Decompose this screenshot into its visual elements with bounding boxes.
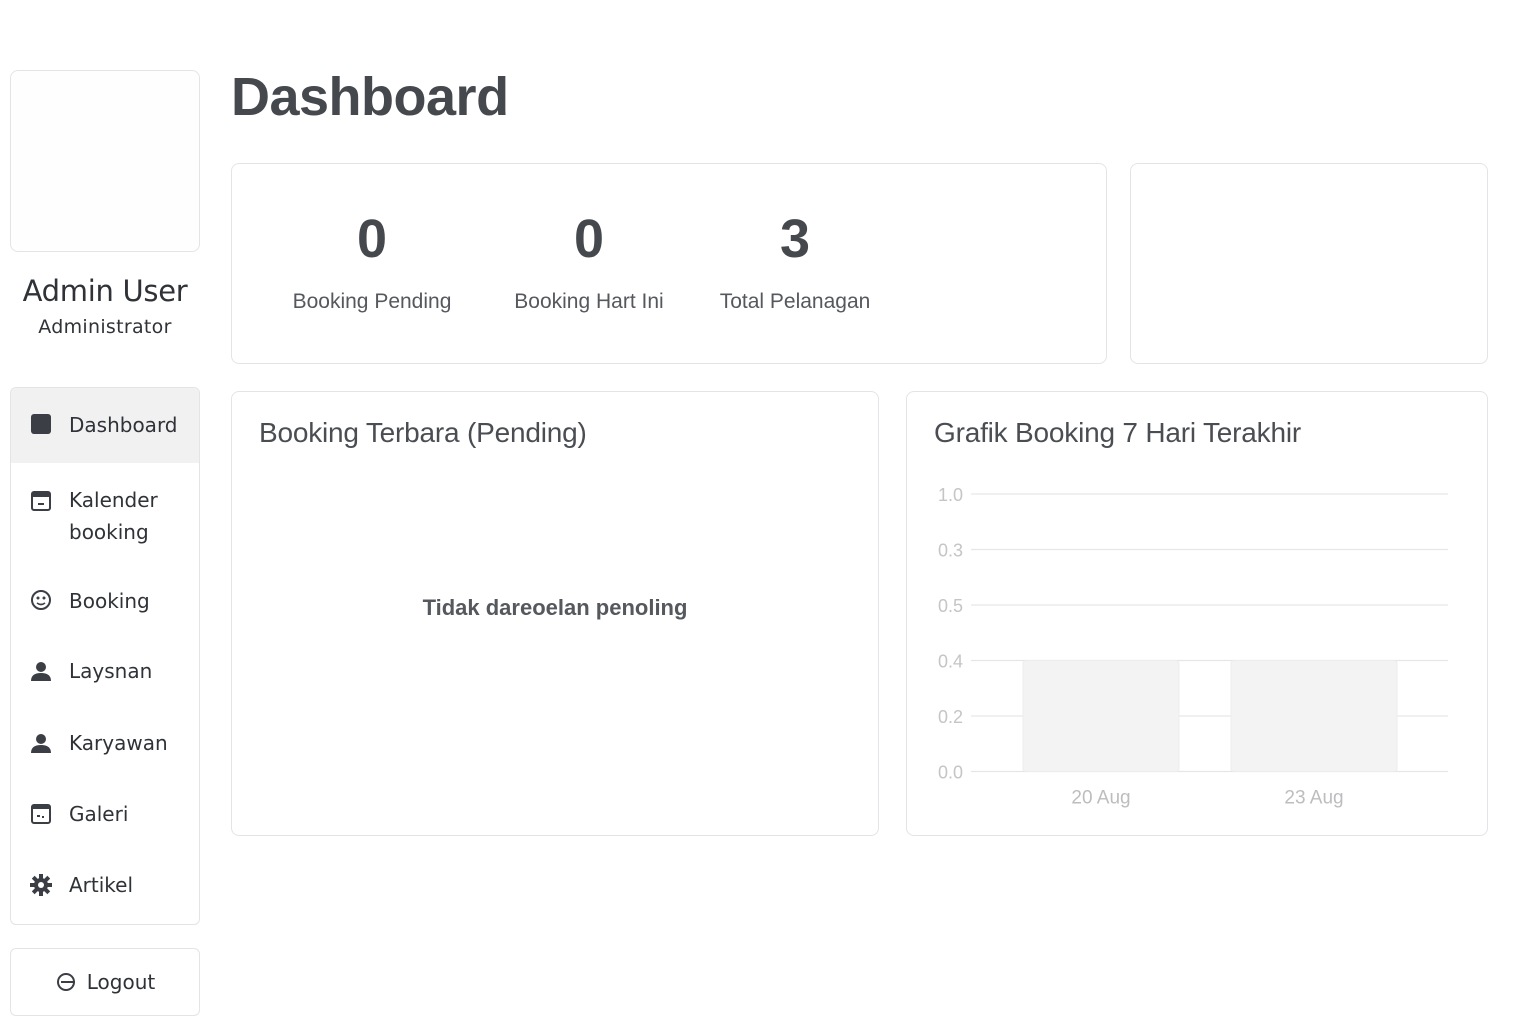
sidebar-item-label: Galeri	[69, 802, 129, 826]
sidebar-item-label: Kalender booking	[69, 488, 158, 544]
page-title: Dashboard	[231, 67, 509, 127]
sidebar: Admin User Administrator Dashboard Kalen…	[10, 70, 200, 1016]
user-role: Administrator	[38, 316, 172, 338]
sidebar-item-booking[interactable]: Booking	[11, 561, 199, 633]
stat-value: 0	[573, 209, 605, 269]
y-tick-label: 0.4	[938, 652, 963, 672]
sidebar-item-dashboard[interactable]: Dashboard	[11, 388, 199, 463]
empty-state-text: Tidak dareoelan penoling	[422, 595, 688, 620]
y-tick-label: 0.3	[938, 541, 963, 561]
y-tick-label: 0.2	[938, 707, 963, 727]
avatar	[10, 70, 200, 252]
stat-booking-hari-ini: 0 Booking Hart Ini	[509, 204, 669, 314]
sidebar-item-karyawan[interactable]: Karyawan	[11, 705, 199, 777]
stat-booking-pending: 0 Booking Pending	[287, 204, 457, 314]
chart-bar[interactable]	[1022, 660, 1180, 772]
x-tick-label: 23 Aug	[1284, 788, 1343, 809]
calendar-icon	[30, 490, 52, 512]
logout-label: Logout	[86, 970, 156, 994]
booking-chart: 1.0 0.3 0.5 0.4 0.2 0.0 20 Aug 23 Aug	[938, 485, 1448, 809]
sidebar-item-label: Karyawan	[69, 731, 168, 755]
gear-icon	[30, 874, 52, 896]
sidebar-item-label: Laysnan	[69, 659, 153, 683]
booking-chart-card: Grafik Booking 7 Hari Terakhir 1.0 0.3 0.5…	[906, 391, 1488, 836]
user-icon	[30, 732, 52, 754]
y-tick-label: 0.0	[938, 763, 963, 783]
stat-value: 0	[356, 209, 388, 269]
dashboard-icon	[30, 413, 52, 435]
sidebar-item-kalender-booking[interactable]: Kalender booking	[11, 463, 199, 561]
sidebar-item-laysnan[interactable]: Laysnan	[11, 633, 199, 705]
stat-label: Booking Pending	[292, 290, 452, 313]
sidebar-item-artikel[interactable]: Artikel	[11, 849, 199, 924]
gallery-icon	[30, 803, 52, 825]
sidebar-item-label: Booking	[69, 589, 150, 613]
y-tick-label: 1.0	[938, 485, 963, 505]
pending-card-title: Booking Terbara (Pending)	[259, 417, 587, 448]
logout-icon	[56, 973, 75, 991]
sidebar-item-label: Artikel	[69, 873, 134, 897]
logout-button[interactable]: Logout	[10, 948, 200, 1016]
user-icon	[30, 660, 52, 682]
user-name: Admin User	[22, 274, 188, 308]
pending-bookings-card: Booking Terbara (Pending) Tidak dareoela…	[231, 391, 879, 836]
sidebar-item-label: Dashboard	[69, 413, 178, 437]
sidebar-item-galeri[interactable]: Galeri	[11, 777, 199, 849]
stats-card: 0 Booking Pending 0 Booking Hart Ini 3 T…	[231, 163, 1107, 364]
stat-value: 3	[779, 209, 811, 269]
booking-icon	[30, 589, 52, 611]
chart-bar[interactable]	[1230, 660, 1398, 772]
empty-card	[1130, 163, 1488, 364]
sidebar-nav: Dashboard Kalender booking Booking Laysn…	[10, 387, 200, 925]
stat-label: Total Pelanagan	[719, 290, 871, 313]
stat-total-pelanggan: 3 Total Pelanagan	[710, 204, 880, 314]
y-tick-label: 0.5	[938, 596, 963, 616]
stat-label: Booking Hart Ini	[514, 290, 664, 313]
x-tick-label: 20 Aug	[1071, 788, 1130, 809]
